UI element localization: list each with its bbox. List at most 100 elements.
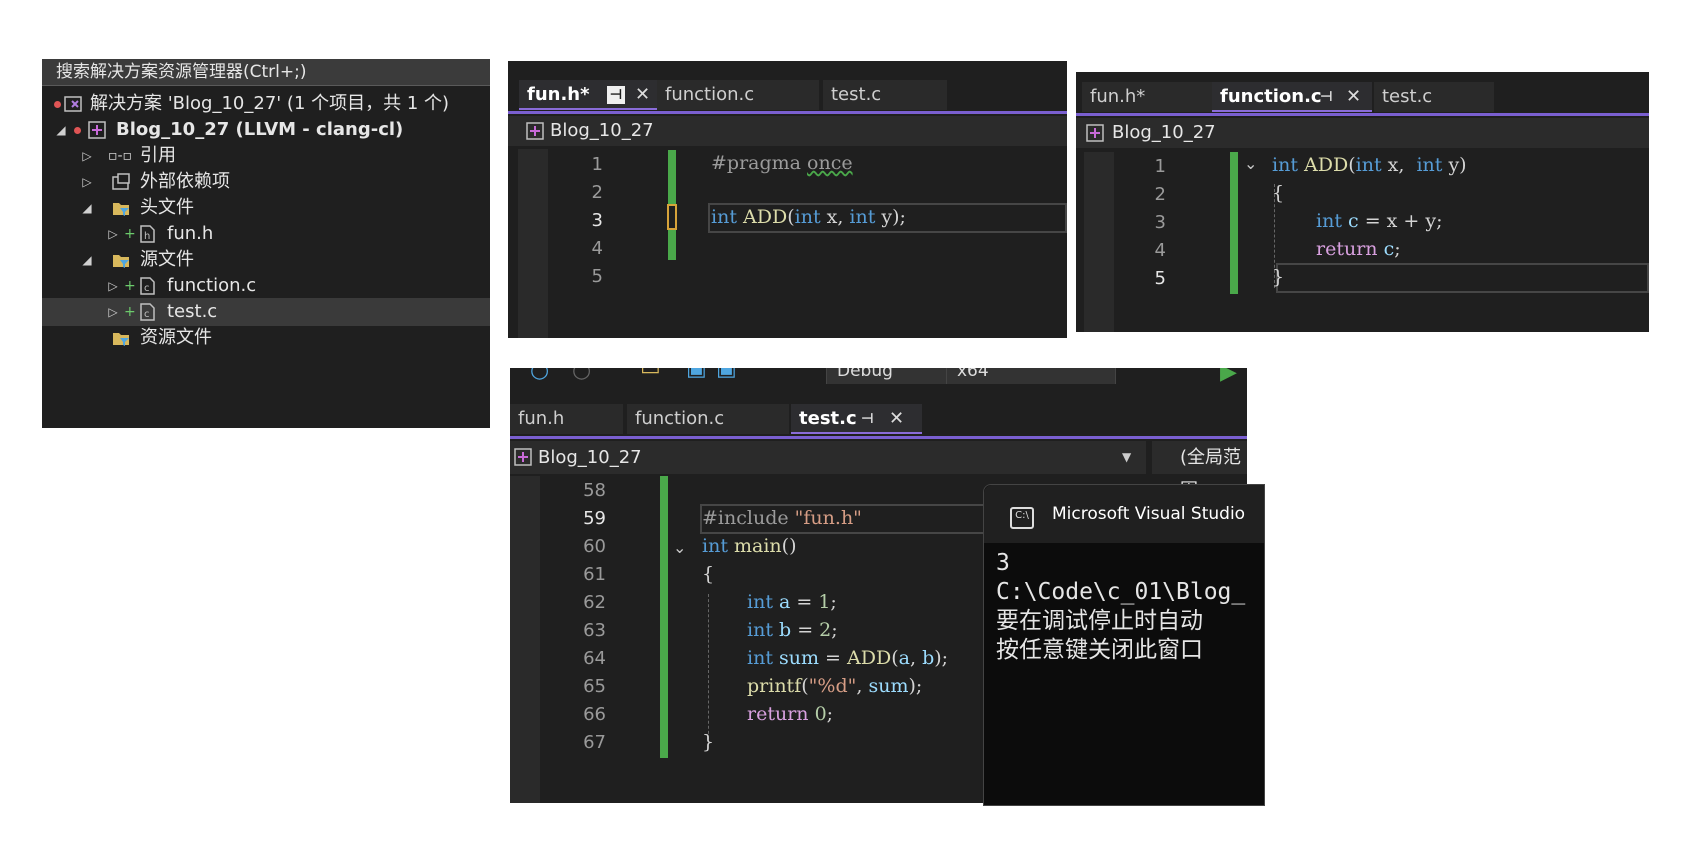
line-number: 58 — [583, 480, 606, 501]
tree-item-solution[interactable]: 解决方案 'Blog_10_27' (1 个项目，共 1 个) — [42, 90, 490, 118]
collapsed-arrow-icon[interactable]: ▷ — [106, 220, 120, 248]
project-icon — [514, 448, 532, 466]
collapsed-arrow-icon[interactable]: ▷ — [106, 272, 120, 300]
code-line[interactable]: int sum = ADD(a, b); — [747, 647, 948, 669]
code-line[interactable]: #include "fun.h" — [702, 507, 862, 529]
tab-fun-h[interactable]: fun.h* — [1082, 82, 1212, 112]
tab-test-c[interactable]: test.c — [1374, 82, 1494, 112]
expanded-arrow-icon[interactable]: ◢ — [80, 246, 94, 274]
tree-item-function-c[interactable]: ▷ + c function.c — [42, 272, 490, 300]
close-icon[interactable]: ✕ — [635, 80, 650, 110]
console-line: C:\Code\c_01\Blog_ — [996, 579, 1246, 605]
line-number: 4 — [591, 238, 603, 259]
collapse-chevron-icon[interactable]: ⌄ — [673, 538, 686, 557]
tab-test-c[interactable]: test.c — [823, 80, 947, 110]
code-line[interactable]: } — [702, 731, 714, 753]
tab-test-c[interactable]: test.c ⊣ ✕ — [791, 404, 922, 434]
tree-item-external-deps[interactable]: ▷ 外部依赖项 — [42, 168, 490, 196]
console-output: 3 C:\Code\c_01\Blog_ 要在调试停止时自动 按任意键关闭此窗口 — [984, 543, 1264, 665]
back-icon[interactable]: ○ — [530, 368, 549, 383]
tab-function-c[interactable]: function.c — [657, 80, 819, 110]
project-icon — [1086, 124, 1104, 142]
tree-item-resource-files[interactable]: 资源文件 — [42, 324, 490, 352]
console-line: 3 — [996, 550, 1010, 576]
line-number: 2 — [591, 182, 603, 203]
solution-explorer: 搜索解决方案资源管理器(Ctrl+;) 解决方案 'Blog_10_27' (1… — [42, 59, 490, 428]
forward-icon[interactable]: ○ — [572, 368, 591, 383]
tree-item-references[interactable]: ▷ ▫-▫ 引用 — [42, 142, 490, 170]
code-line[interactable]: int a = 1; — [747, 591, 837, 613]
code-line[interactable]: return 0; — [747, 703, 833, 725]
gutter — [510, 476, 540, 803]
code-line[interactable]: } — [1272, 266, 1284, 288]
pin-icon[interactable]: ⊣ — [607, 86, 625, 104]
platform-dropdown[interactable]: x64 — [946, 368, 1116, 384]
toolbar: ○ ○ ▭ ▣ ▣ Debug x64 ▶ — [510, 368, 1247, 384]
filter-folder-icon — [113, 255, 129, 268]
solution-explorer-search[interactable]: 搜索解决方案资源管理器(Ctrl+;) — [42, 59, 490, 86]
console-line: 按任意键关闭此窗口 — [996, 637, 1203, 663]
navigation-bar[interactable]: Blog_10_27 ▼ (全局范围 — [510, 441, 1247, 501]
code-line[interactable]: int ADD(int x, int y) — [1272, 154, 1467, 176]
save-icon[interactable]: ▣ — [686, 368, 707, 381]
tab-underline — [510, 436, 1247, 439]
current-line-highlight — [1276, 263, 1649, 293]
project-icon — [88, 121, 106, 139]
code-line[interactable]: { — [1272, 182, 1284, 204]
close-icon[interactable]: ✕ — [889, 404, 904, 434]
collapsed-arrow-icon[interactable]: ▷ — [80, 168, 94, 196]
pending-change-icon — [54, 101, 61, 108]
code-line[interactable]: { — [702, 563, 714, 585]
start-debug-icon[interactable]: ▶ — [1220, 368, 1237, 384]
line-number: 5 — [1154, 268, 1166, 289]
collapsed-arrow-icon[interactable]: ▷ — [80, 142, 94, 170]
console-icon: C:\ — [1010, 507, 1034, 529]
line-number: 64 — [583, 648, 606, 669]
chevron-down-icon[interactable]: ▼ — [1122, 441, 1131, 474]
line-number: 1 — [1154, 156, 1166, 177]
tab-fun-h[interactable]: fun.h* ⊣ ✕ — [519, 80, 657, 110]
line-number: 3 — [1154, 212, 1166, 233]
indent-guide — [708, 594, 710, 744]
config-dropdown[interactable]: Debug — [826, 368, 948, 384]
collapse-chevron-icon[interactable]: ⌄ — [1244, 154, 1257, 173]
solution-icon — [64, 96, 82, 112]
code-line[interactable]: int c = x + y; — [1316, 210, 1443, 232]
code-line[interactable]: printf("%d", sum); — [747, 675, 922, 697]
save-all-icon[interactable]: ▣ — [716, 368, 737, 381]
console-title-bar[interactable]: C:\ Microsoft Visual Studio — [984, 485, 1264, 543]
added-file-icon: + — [124, 278, 136, 294]
code-line[interactable]: return c; — [1316, 238, 1401, 260]
change-indicator — [660, 476, 668, 758]
collapsed-arrow-icon[interactable]: ▷ — [106, 298, 120, 326]
line-number: 66 — [583, 704, 606, 725]
expanded-arrow-icon[interactable]: ◢ — [54, 116, 68, 144]
expanded-arrow-icon[interactable]: ◢ — [80, 194, 94, 222]
tree-item-fun-h[interactable]: ▷ + h fun.h — [42, 220, 490, 248]
navigation-bar[interactable]: Blog_10_27 — [1076, 118, 1649, 148]
tab-underline — [508, 111, 1067, 114]
tree-item-test-c[interactable]: ▷ + c test.c — [42, 298, 490, 326]
tab-function-c[interactable]: function.c — [627, 404, 789, 434]
code-line[interactable]: #pragma once — [711, 152, 853, 174]
tab-fun-h[interactable]: fun.h — [510, 404, 623, 434]
open-folder-icon[interactable]: ▭ — [640, 368, 661, 381]
project-icon — [526, 122, 544, 140]
svg-text:c: c — [144, 309, 150, 320]
code-line[interactable]: int main() — [702, 535, 797, 557]
pin-icon[interactable]: ⊣ — [1320, 82, 1333, 112]
references-icon: ▫-▫ — [108, 148, 133, 164]
tree-item-source-files[interactable]: ◢ 源文件 — [42, 246, 490, 274]
code-line[interactable]: int b = 2; — [747, 619, 838, 641]
tree-item-project[interactable]: ◢ Blog_10_27 (LLVM - clang-cl) — [42, 116, 490, 144]
added-file-icon: + — [124, 226, 136, 242]
code-line[interactable]: int ADD(int x, int y); — [711, 206, 906, 228]
tab-function-c[interactable]: function.c ⊣ ✕ — [1212, 82, 1372, 112]
navigation-bar[interactable]: Blog_10_27 — [508, 116, 1067, 146]
change-indicator — [1230, 152, 1238, 294]
pin-icon[interactable]: ⊣ — [861, 404, 874, 434]
svg-text:h: h — [144, 231, 150, 242]
console-window[interactable]: C:\ Microsoft Visual Studio 3 C:\Code\c_… — [983, 484, 1265, 806]
close-icon[interactable]: ✕ — [1346, 82, 1361, 112]
tree-item-header-files[interactable]: ◢ 头文件 — [42, 194, 490, 222]
